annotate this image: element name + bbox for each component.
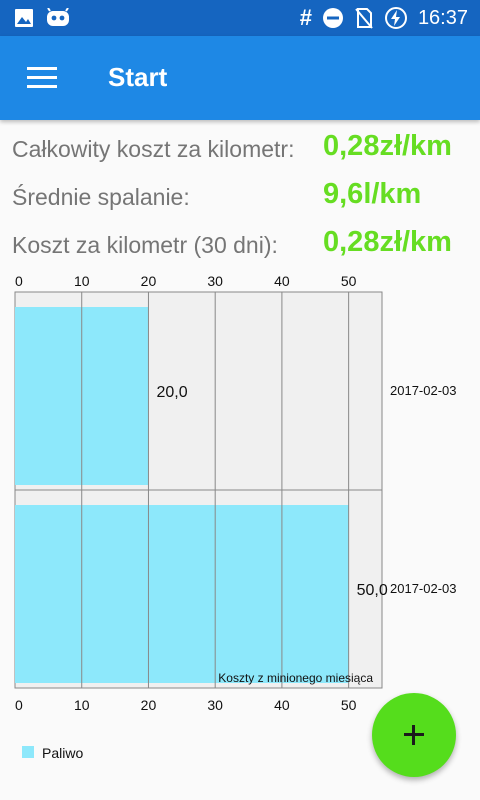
image-icon (15, 9, 33, 27)
battery-charging-icon (384, 7, 407, 29)
x-tick-label-top: 30 (207, 273, 223, 289)
stat-row-total-cost: Całkowity koszt za kilometr: 0,28zł/km (12, 128, 472, 168)
stat-value: 0,28zł/km (323, 130, 452, 162)
app-bar: Start (0, 36, 480, 120)
x-tick-label-top: 20 (141, 273, 157, 289)
stat-label: Koszt za kilometr (30 dni): (12, 232, 278, 258)
x-tick-label-bottom: 20 (141, 697, 157, 713)
android-face-icon (47, 8, 69, 26)
plus-icon-stroke (412, 725, 415, 745)
stat-label: Średnie spalanie: (12, 184, 190, 210)
x-tick-label-bottom: 40 (274, 697, 290, 713)
hamburger-menu-icon[interactable] (27, 67, 57, 89)
x-tick-label-top: 10 (74, 273, 90, 289)
stat-row-cost-30-days: Koszt za kilometr (30 dni): 0,28zł/km (12, 224, 472, 264)
stat-row-avg-consumption: Średnie spalanie: 9,6l/km (12, 176, 472, 216)
x-tick-label-bottom: 0 (15, 697, 23, 713)
legend-label: Paliwo (42, 745, 83, 761)
no-sim-icon (355, 8, 373, 29)
page-title: Start (108, 62, 168, 92)
hash-indicator: # (299, 5, 312, 30)
bar (15, 505, 349, 683)
stat-label: Całkowity koszt za kilometr: (12, 136, 295, 162)
x-tick-label-bottom: 50 (341, 697, 357, 713)
do-not-disturb-icon (322, 8, 343, 28)
x-tick-label-top: 40 (274, 273, 290, 289)
category-label: 2017-02-03 (390, 581, 457, 596)
data-label: 20,0 (156, 384, 187, 401)
x-tick-label-top: 0 (15, 273, 23, 289)
stat-value: 9,6l/km (323, 178, 422, 210)
x-tick-label-bottom: 30 (207, 697, 223, 713)
legend-swatch (22, 746, 34, 758)
x-tick-label-bottom: 10 (74, 697, 90, 713)
add-button[interactable] (372, 693, 456, 777)
stat-value: 0,28zł/km (323, 226, 452, 258)
status-bar: # 16:37 (0, 0, 480, 36)
data-label: 50,0 (357, 582, 388, 599)
x-tick-label-top: 50 (341, 273, 357, 289)
chart-description: Koszty z minionego miesiąca (218, 671, 373, 685)
category-label: 2017-02-03 (390, 383, 457, 398)
clock-time: 16:37 (417, 7, 468, 29)
